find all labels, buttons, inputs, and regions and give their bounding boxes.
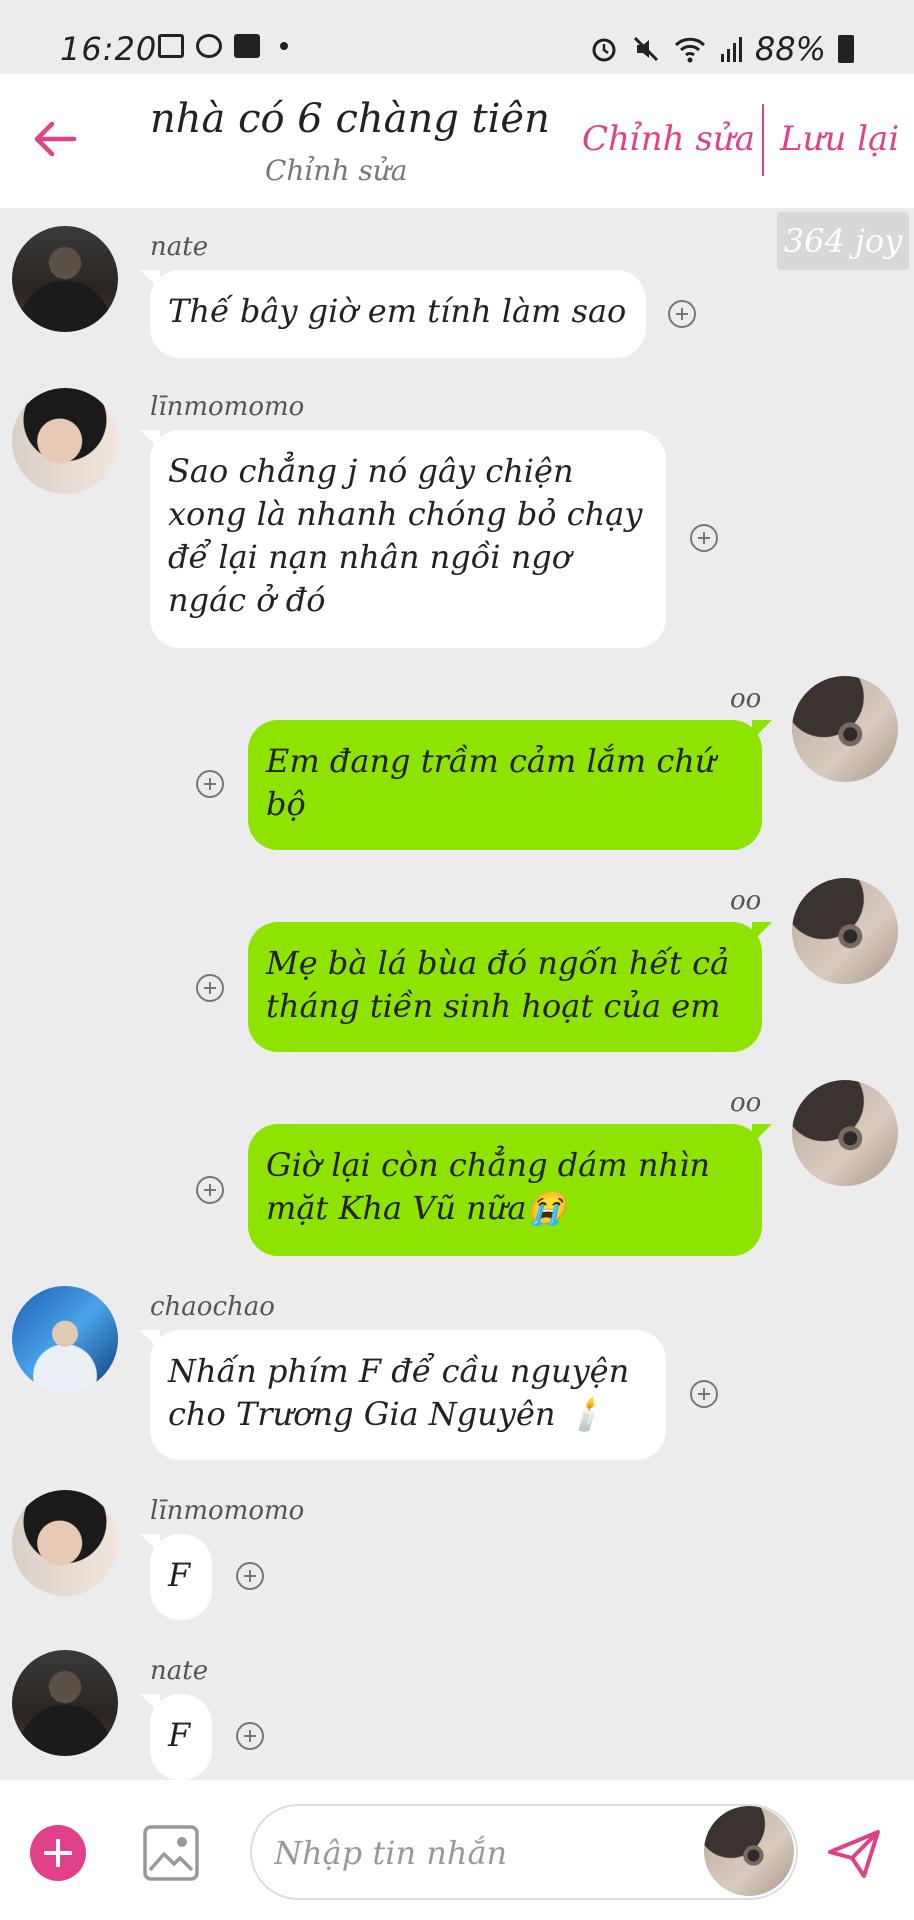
message-bubble[interactable]: Nhấn phím F để cầu nguyện cho Trương Gia… bbox=[140, 1330, 666, 1460]
message-line: Sao chẳng j nó gây chiện bbox=[168, 452, 574, 490]
notification-icons bbox=[158, 34, 288, 58]
message-text: F bbox=[168, 1716, 191, 1754]
status-bar: 16:20 88% bbox=[0, 0, 914, 74]
sender-avatar-switch[interactable] bbox=[704, 1806, 794, 1896]
message-line: mặt Kha Vũ nữa😭 bbox=[266, 1189, 567, 1227]
sender-name: līnmomomo bbox=[150, 1496, 305, 1526]
chat-title: nhà có 6 chàng tiên bbox=[150, 96, 550, 142]
avatar-oo[interactable] bbox=[792, 1080, 898, 1186]
gallery-notification-icon bbox=[158, 34, 184, 58]
react-plus-icon[interactable] bbox=[668, 300, 696, 328]
signal-icon bbox=[720, 37, 742, 62]
message-line: Mẹ bà lá bùa đó ngốn hết cả bbox=[266, 944, 730, 982]
image-picker-icon[interactable] bbox=[142, 1824, 200, 1882]
react-plus-icon[interactable] bbox=[196, 770, 224, 798]
header-divider bbox=[762, 104, 764, 176]
avatar-nate[interactable] bbox=[12, 1650, 118, 1756]
message-bubble[interactable]: Em đang trầm cảm lắm chứ bộ bbox=[248, 720, 772, 850]
more-notifications-dot bbox=[280, 42, 288, 50]
tiktok-notification-icon bbox=[196, 34, 222, 58]
react-plus-icon[interactable] bbox=[196, 974, 224, 1002]
sender-name: chaochao bbox=[150, 1292, 275, 1322]
message-line: ngác ở đó bbox=[168, 581, 326, 619]
battery-percent: 88% bbox=[754, 30, 826, 68]
message-line: Nhấn phím F để cầu nguyện bbox=[168, 1352, 630, 1390]
mute-icon bbox=[633, 36, 658, 62]
avatar-linmomomo[interactable] bbox=[12, 388, 118, 494]
joy-badge: 364 joy bbox=[777, 212, 909, 270]
avatar-nate[interactable] bbox=[12, 226, 118, 332]
chat-subtitle[interactable]: Chỉnh sửa bbox=[265, 154, 407, 187]
avatar-oo[interactable] bbox=[792, 878, 898, 984]
message-bubble[interactable]: Mẹ bà lá bùa đó ngốn hết cả tháng tiền s… bbox=[248, 922, 772, 1052]
avatar-linmomomo[interactable] bbox=[12, 1490, 118, 1596]
sender-name: nate bbox=[150, 232, 209, 262]
message-bubble[interactable]: Giờ lại còn chẳng dám nhìn mặt Kha Vũ nữ… bbox=[248, 1124, 772, 1256]
message-line: xong là nhanh chóng bỏ chạy bbox=[168, 495, 643, 533]
send-icon[interactable] bbox=[824, 1824, 884, 1884]
message-line: Giờ lại còn chẳng dám nhìn bbox=[266, 1146, 710, 1184]
add-attachment-button[interactable] bbox=[30, 1825, 86, 1881]
save-button[interactable]: Lưu lại bbox=[780, 119, 899, 159]
message-bubble[interactable]: Thế bây giờ em tính làm sao bbox=[140, 270, 646, 358]
message-text: Thế bây giờ em tính làm sao bbox=[168, 292, 627, 330]
message-input-wrapper bbox=[250, 1804, 798, 1900]
chat-header: nhà có 6 chàng tiên Chỉnh sửa Chỉnh sửa … bbox=[0, 74, 914, 208]
clock: 16:20 bbox=[60, 30, 158, 68]
cgv-notification-icon bbox=[234, 34, 260, 58]
back-arrow-icon[interactable] bbox=[30, 114, 80, 164]
message-bubble[interactable]: Sao chẳng j nó gây chiện xong là nhanh c… bbox=[140, 430, 666, 648]
sender-name: oo bbox=[730, 684, 762, 714]
wifi-icon bbox=[674, 37, 705, 63]
react-plus-icon[interactable] bbox=[690, 1380, 718, 1408]
battery-icon bbox=[838, 35, 854, 63]
sender-name: oo bbox=[730, 886, 762, 916]
avatar-oo[interactable] bbox=[792, 676, 898, 782]
message-line: Em đang trầm cảm lắm chứ bbox=[266, 742, 716, 780]
message-line: để lại nạn nhân ngồi ngơ bbox=[168, 538, 572, 576]
avatar-chaochao[interactable] bbox=[12, 1286, 118, 1392]
system-icons: 88% bbox=[589, 30, 854, 68]
react-plus-icon[interactable] bbox=[196, 1176, 224, 1204]
sender-name: nate bbox=[150, 1656, 209, 1686]
message-line: tháng tiền sinh hoạt của em bbox=[266, 987, 721, 1025]
sender-name: līnmomomo bbox=[150, 392, 305, 422]
sender-name: oo bbox=[730, 1088, 762, 1118]
message-text: F bbox=[168, 1556, 191, 1594]
message-input[interactable] bbox=[272, 1828, 706, 1878]
react-plus-icon[interactable] bbox=[236, 1562, 264, 1590]
message-line: cho Trương Gia Nguyên 🕯️ bbox=[168, 1395, 606, 1433]
composer-bar bbox=[0, 1780, 914, 1920]
alarm-icon bbox=[592, 38, 616, 62]
message-bubble[interactable]: F bbox=[140, 1694, 212, 1780]
message-bubble[interactable]: F bbox=[140, 1534, 212, 1620]
edit-button[interactable]: Chỉnh sửa bbox=[582, 119, 755, 159]
react-plus-icon[interactable] bbox=[690, 524, 718, 552]
react-plus-icon[interactable] bbox=[236, 1722, 264, 1750]
message-line: bộ bbox=[266, 785, 306, 823]
